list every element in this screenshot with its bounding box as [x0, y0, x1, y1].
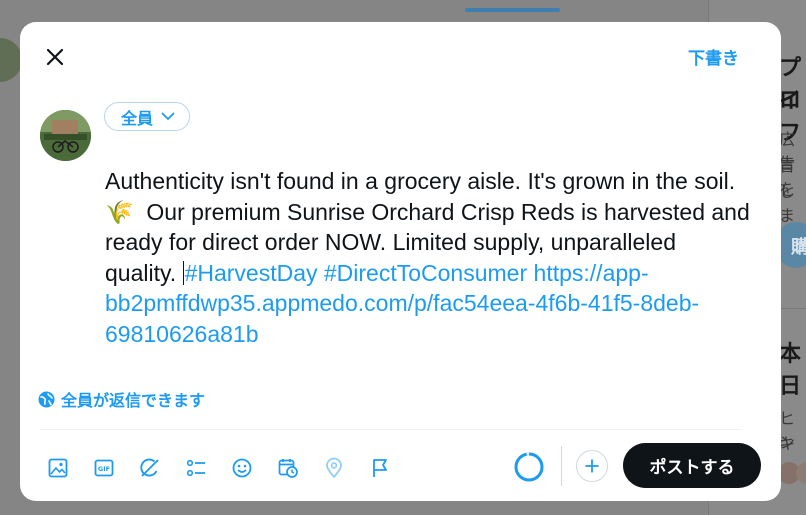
schedule-button[interactable] — [270, 450, 306, 486]
character-progress-ring — [514, 452, 544, 482]
compose-modal: 下書き 全員 Authenticity isn't found in a gro… — [20, 22, 781, 501]
background-avatar — [0, 38, 22, 82]
compose-toolbar: GIF — [40, 450, 398, 486]
globe-icon — [38, 391, 55, 407]
background-tab-indicator — [465, 8, 560, 12]
location-icon — [326, 457, 342, 479]
compose-textarea[interactable]: Authenticity isn't found in a grocery ai… — [105, 166, 750, 349]
compose-hashtags[interactable]: #HarvestDay #DirectToConsumer — [185, 260, 528, 286]
add-post-button[interactable] — [576, 450, 608, 482]
grok-button[interactable] — [132, 450, 168, 486]
location-button[interactable] — [316, 450, 352, 486]
avatar-image — [40, 110, 91, 161]
background-button-label: 購 — [791, 237, 806, 258]
chevron-down-icon — [161, 112, 175, 120]
flag-icon — [373, 459, 387, 477]
grok-icon — [140, 458, 159, 477]
divider — [40, 429, 741, 430]
add-gif-button[interactable]: GIF — [86, 450, 122, 486]
add-poll-button[interactable] — [178, 450, 214, 486]
background-text: しま — [779, 182, 796, 225]
reply-setting-button[interactable]: 全員が返信できます — [38, 387, 205, 411]
audience-selector[interactable]: 全員 — [104, 102, 191, 131]
poll-icon — [186, 459, 205, 477]
close-icon — [46, 48, 64, 66]
reply-setting-label: 全員が返信できます — [61, 391, 206, 410]
audience-label: 全員 — [121, 108, 154, 128]
schedule-icon — [278, 459, 298, 478]
toolbar-separator — [561, 446, 562, 486]
gif-icon: GIF — [94, 459, 114, 477]
tag-button[interactable] — [362, 450, 398, 486]
compose-text: Authenticity isn't found in a grocery ai… — [105, 168, 742, 194]
add-media-button[interactable] — [40, 450, 76, 486]
emoji-button[interactable] — [224, 450, 260, 486]
plus-icon — [585, 459, 599, 473]
drafts-button[interactable]: 下書き — [688, 44, 739, 69]
close-button[interactable] — [38, 40, 72, 74]
image-icon — [48, 458, 68, 478]
emoji-icon — [232, 458, 252, 478]
compose-emoji: 🌾 — [105, 198, 134, 225]
text-caret — [182, 260, 184, 285]
post-button[interactable]: ポストする — [623, 443, 761, 488]
background-heading-char: 本日 — [779, 342, 802, 399]
avatar[interactable] — [40, 110, 91, 161]
svg-text:GIF: GIF — [98, 465, 110, 473]
